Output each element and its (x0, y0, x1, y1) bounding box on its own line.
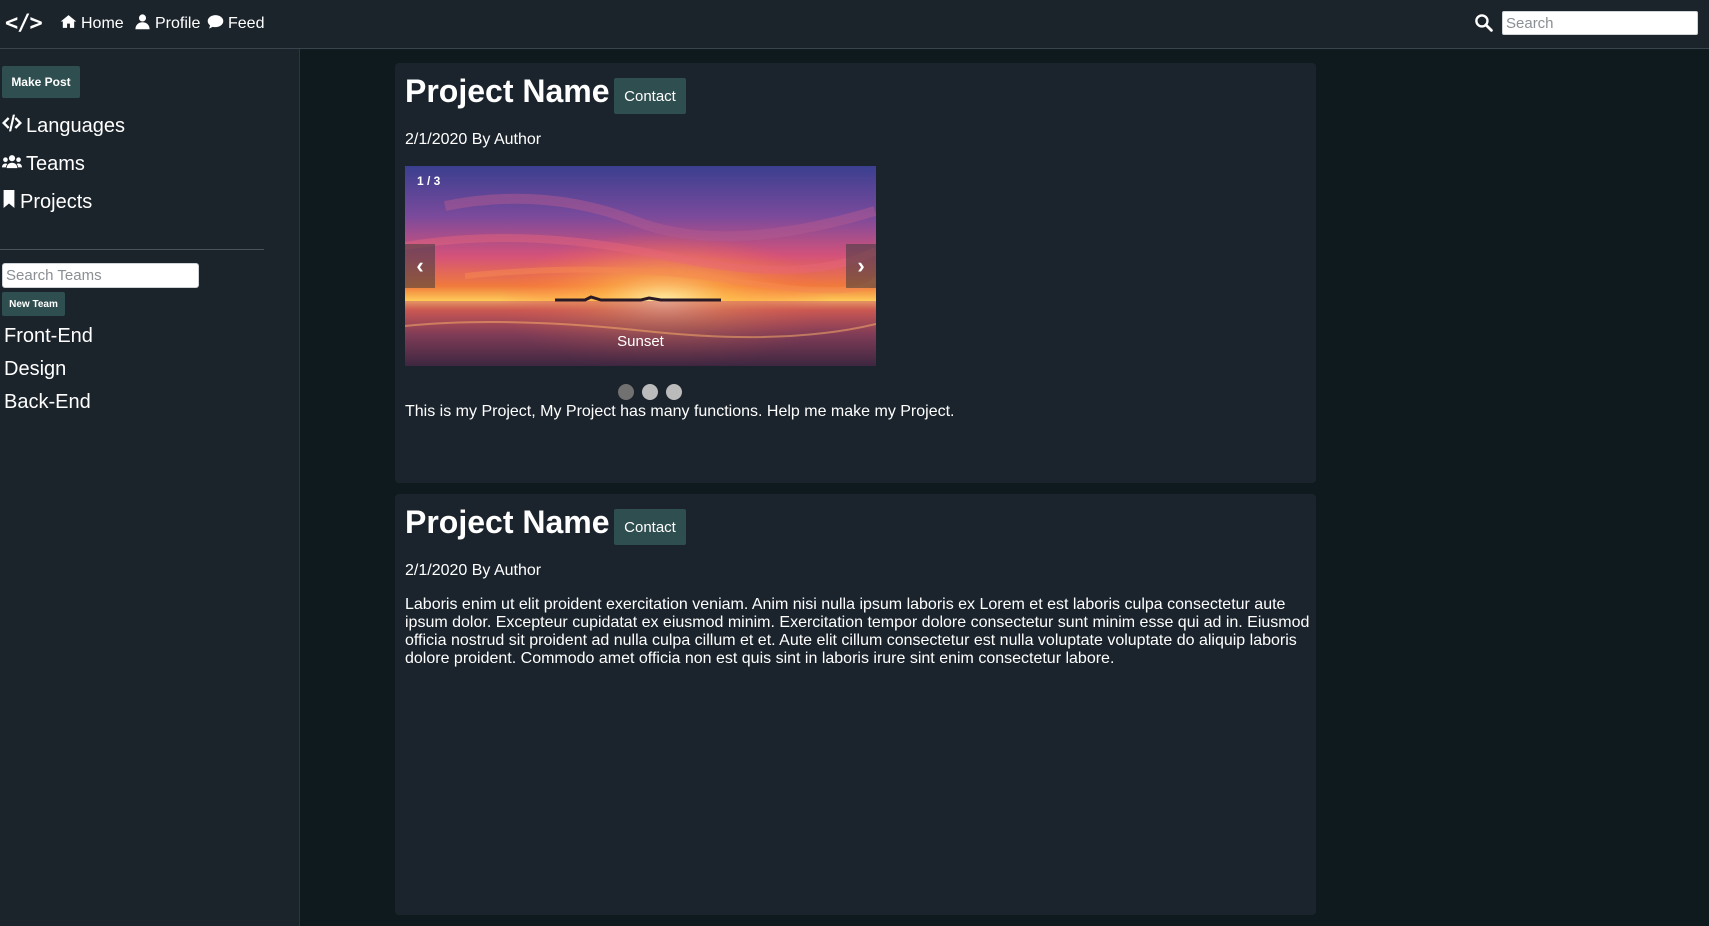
sidebar-item-label: Projects (20, 190, 93, 213)
users-icon (2, 153, 22, 176)
nav-feed-label: Feed (228, 15, 265, 32)
contact-button[interactable]: Contact (614, 78, 686, 114)
slide-counter: 1 / 3 (417, 174, 441, 188)
team-item[interactable]: Back-End (4, 391, 91, 414)
home-icon (60, 13, 77, 35)
sidebar-item-projects[interactable]: Projects (2, 189, 92, 215)
carousel-dots (618, 384, 682, 400)
slide-caption: Sunset (617, 333, 664, 350)
search-input[interactable] (1502, 11, 1698, 35)
sidebar: Make Post Languages Teams Projects New T… (0, 49, 300, 926)
sidebar-item-languages[interactable]: Languages (2, 113, 125, 139)
carousel-dot[interactable] (666, 384, 682, 400)
brand-logo[interactable]: </> (5, 11, 43, 36)
nav-profile-link[interactable]: Profile (134, 14, 200, 34)
post-title: Project Name (405, 504, 610, 540)
carousel-prev-button[interactable]: ‹ (405, 244, 435, 288)
contact-button[interactable]: Contact (614, 509, 686, 545)
code-icon (2, 114, 22, 138)
image-carousel: 1 / 3 ‹ › Sunset (405, 166, 876, 366)
post-card: Project Name Contact 2/1/2020 By Author … (395, 494, 1316, 915)
post-body: This is my Project, My Project has many … (405, 403, 955, 420)
post-meta: 2/1/2020 By Author (405, 562, 542, 579)
carousel-dot[interactable] (642, 384, 658, 400)
team-search-input[interactable] (2, 263, 199, 288)
team-item[interactable]: Design (4, 358, 66, 381)
nav-feed-link[interactable]: Feed (207, 14, 264, 34)
bookmark-icon (2, 190, 16, 214)
post-title: Project Name (405, 73, 610, 109)
carousel-next-button[interactable]: › (846, 244, 876, 288)
user-icon (134, 13, 151, 35)
sidebar-item-teams[interactable]: Teams (2, 151, 85, 177)
team-item[interactable]: Front-End (4, 325, 93, 348)
top-navbar: </> Home Profile Feed (0, 0, 1709, 49)
sidebar-item-label: Teams (26, 152, 85, 175)
new-team-button[interactable]: New Team (2, 292, 65, 316)
nav-home-link[interactable]: Home (60, 14, 124, 34)
search-icon[interactable] (1474, 13, 1493, 32)
sidebar-divider (0, 249, 264, 250)
sidebar-item-label: Languages (26, 114, 125, 137)
make-post-button[interactable]: Make Post (2, 66, 80, 98)
nav-home-label: Home (81, 15, 124, 32)
comment-icon (207, 13, 224, 35)
post-body: Laboris enim ut elit proident exercitati… (405, 596, 1310, 667)
carousel-dot[interactable] (618, 384, 634, 400)
chevron-left-icon: ‹ (416, 253, 424, 278)
chevron-right-icon: › (857, 253, 865, 278)
nav-profile-label: Profile (155, 15, 201, 32)
post-meta: 2/1/2020 By Author (405, 131, 542, 148)
post-card: Project Name Contact 2/1/2020 By Author (395, 63, 1316, 483)
